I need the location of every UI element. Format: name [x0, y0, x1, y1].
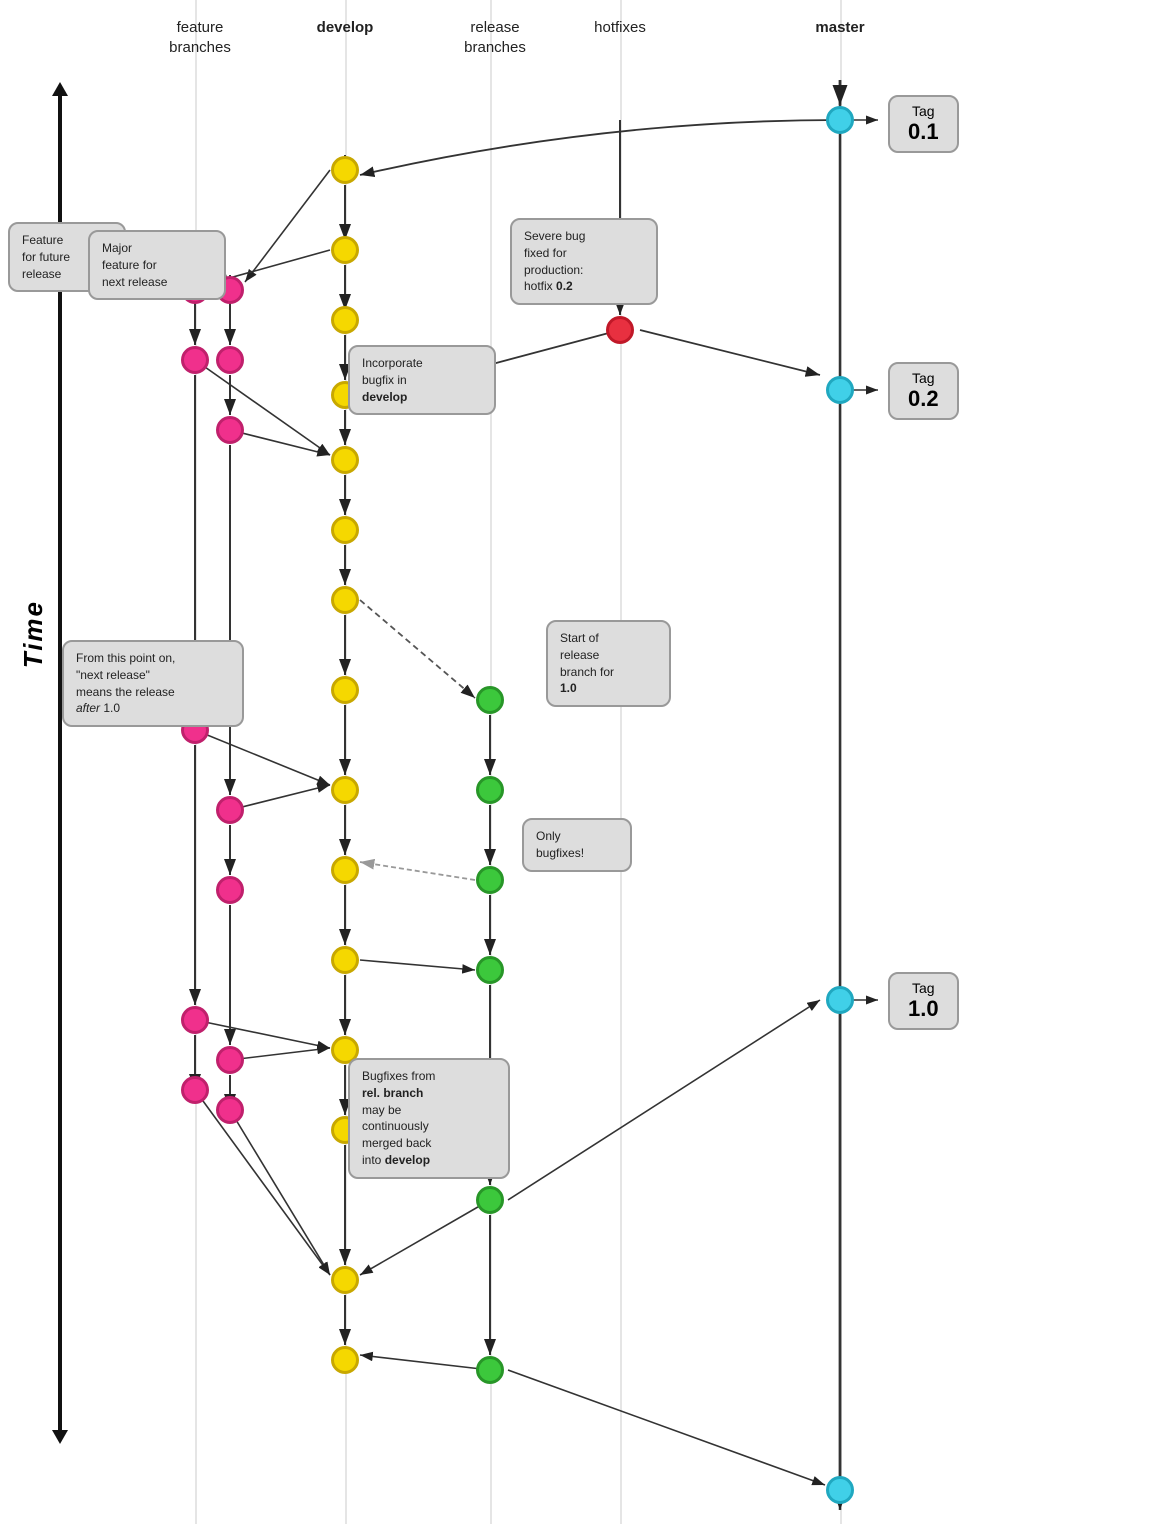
node-develop-10: [331, 856, 359, 884]
node-develop-11: [331, 946, 359, 974]
node-feat2-5: [216, 876, 244, 904]
node-release-3: [476, 866, 504, 894]
tag-10-value: 1.0: [908, 996, 939, 1022]
node-develop-1: [331, 156, 359, 184]
lane-feature: [195, 0, 197, 1524]
node-release-6: [476, 1356, 504, 1384]
node-develop-6: [331, 516, 359, 544]
node-master-3: [826, 986, 854, 1014]
node-develop-8: [331, 676, 359, 704]
node-develop-14: [331, 1266, 359, 1294]
callout-only-bugfixes: Onlybugfixes!: [522, 818, 632, 872]
node-develop-3: [331, 306, 359, 334]
lane-release: [490, 0, 492, 1524]
callout-major-feature: Majorfeature fornext release: [88, 230, 226, 300]
node-release-1: [476, 686, 504, 714]
node-feat2-4: [216, 796, 244, 824]
col-header-develop: develop: [295, 18, 395, 38]
node-develop-15: [331, 1346, 359, 1374]
node-release-4: [476, 956, 504, 984]
callout-incorporate-bugfix: Incorporatebugfix indevelop: [348, 345, 496, 415]
callout-bugfixes-merged: Bugfixes fromrel. branchmay becontinuous…: [348, 1058, 510, 1179]
tag-02: Tag0.2: [888, 362, 959, 420]
node-release-5: [476, 1186, 504, 1214]
col-header-hotfixes: hotfixes: [575, 18, 665, 38]
tag-01: Tag0.1: [888, 95, 959, 153]
col-header-master: master: [795, 18, 885, 38]
node-release-2: [476, 776, 504, 804]
node-develop-5: [331, 446, 359, 474]
tag-02-value: 0.2: [908, 386, 939, 412]
lane-master: [840, 0, 842, 1524]
diagram: Time featurebranches develop releasebran…: [0, 0, 1150, 1524]
callout-next-release: From this point on,"next release"means t…: [62, 640, 244, 727]
node-feat2-7: [216, 1096, 244, 1124]
node-master-4: [826, 1476, 854, 1504]
col-header-feature: featurebranches: [145, 18, 255, 57]
node-feat2-2: [216, 346, 244, 374]
callout-severe-bug: Severe bugfixed forproduction:hotfix 0.2: [510, 218, 658, 305]
node-develop-2: [331, 236, 359, 264]
node-feat1-5: [181, 1076, 209, 1104]
node-hotfix-1: [606, 316, 634, 344]
node-feat1-4: [181, 1006, 209, 1034]
time-label: Time: [18, 600, 49, 668]
tag-01-value: 0.1: [908, 119, 939, 145]
col-header-release: releasebranches: [440, 18, 550, 57]
callout-start-release: Start ofreleasebranch for1.0: [546, 620, 671, 707]
node-master-1: [826, 106, 854, 134]
node-master-2: [826, 376, 854, 404]
node-feat2-3: [216, 416, 244, 444]
tag-10: Tag1.0: [888, 972, 959, 1030]
node-feat2-6: [216, 1046, 244, 1074]
lane-develop: [345, 0, 347, 1524]
node-develop-7: [331, 586, 359, 614]
node-develop-9: [331, 776, 359, 804]
node-feat1-2: [181, 346, 209, 374]
